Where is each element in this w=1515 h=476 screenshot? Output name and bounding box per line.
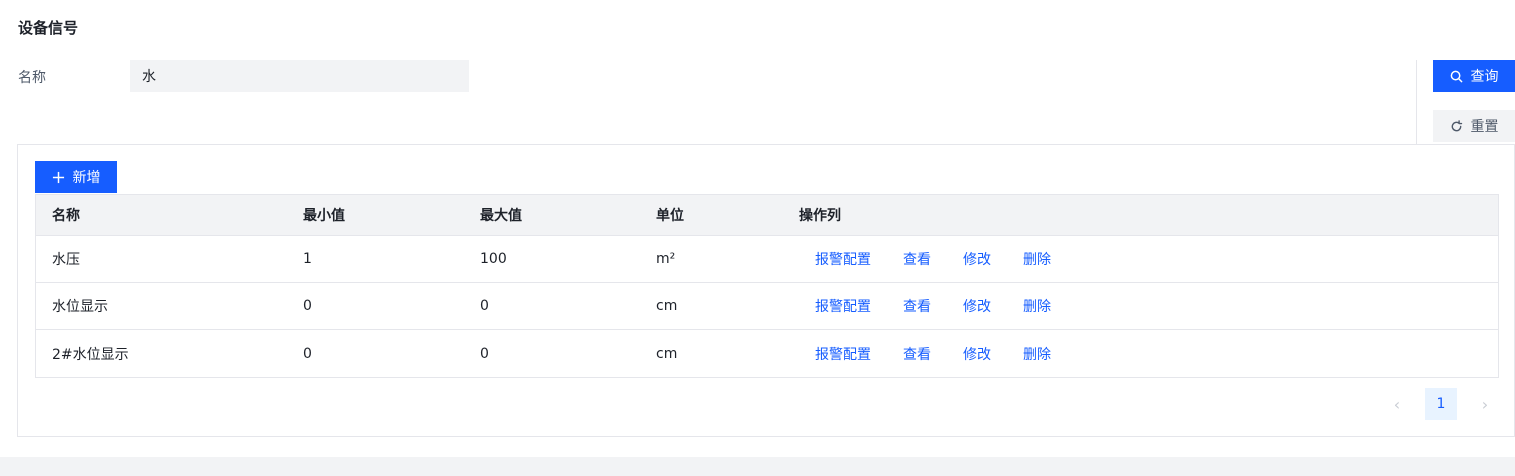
prev-page-button[interactable]: ‹ [1385,388,1409,420]
refresh-icon [1451,119,1462,131]
cell-ops: 报警配置 查看 修改 删除 [799,344,1498,364]
query-button[interactable]: 查询 [1433,60,1515,92]
header-min: 最小值 [303,208,345,224]
header-max: 最大值 [480,208,522,224]
search-icon [1450,70,1462,82]
cell-min: 0 [303,345,312,362]
name-filter-label: 名称 [18,70,46,86]
cell-max: 100 [480,251,507,267]
pagination: ‹ 1 › [1385,388,1497,420]
header-ops: 操作列 [799,208,841,224]
delete-link[interactable]: 删除 [1023,344,1051,364]
cell-name: 水位显示 [52,299,108,315]
view-link[interactable]: 查看 [903,344,931,364]
delete-link[interactable]: 删除 [1023,296,1051,316]
filter-divider [1416,60,1417,144]
header-name: 名称 [52,208,80,224]
add-button-label: 新增 [72,170,101,186]
page-1-button[interactable]: 1 [1425,388,1457,420]
edit-link[interactable]: 修改 [963,249,991,269]
footer-bar [0,457,1515,476]
alarm-config-link[interactable]: 报警配置 [815,344,871,364]
table-header: 名称 最小值 最大值 单位 操作列 [36,195,1498,236]
edit-link[interactable]: 修改 [963,296,991,316]
cell-max: 0 [480,345,489,362]
cell-min: 1 [303,251,312,267]
view-link[interactable]: 查看 [903,296,931,316]
table-row: 2#水位显示 0 0 cm 报警配置 查看 修改 删除 [36,330,1498,377]
table-panel: 新增 名称 最小值 最大值 单位 操作列 水压 1 100 m² 报警配置 查看… [17,144,1515,437]
view-link[interactable]: 查看 [903,249,931,269]
next-page-button[interactable]: › [1473,388,1497,420]
cell-ops: 报警配置 查看 修改 删除 [799,249,1498,269]
alarm-config-link[interactable]: 报警配置 [815,296,871,316]
plus-icon [52,171,64,183]
page-title: 设备信号 [18,19,79,37]
table-row: 水压 1 100 m² 报警配置 查看 修改 删除 [36,236,1498,283]
cell-unit: m² [656,251,676,267]
header-unit: 单位 [656,208,684,224]
cell-unit: cm [656,298,678,314]
query-button-label: 查询 [1470,69,1499,85]
cell-name: 水压 [52,252,80,268]
delete-link[interactable]: 删除 [1023,249,1051,269]
cell-unit: cm [656,345,678,362]
alarm-config-link[interactable]: 报警配置 [815,249,871,269]
reset-button[interactable]: 重置 [1433,110,1515,142]
cell-min: 0 [303,298,312,314]
name-filter-input[interactable] [130,60,469,92]
edit-link[interactable]: 修改 [963,344,991,364]
reset-button-label: 重置 [1470,119,1499,135]
signal-table: 名称 最小值 最大值 单位 操作列 水压 1 100 m² 报警配置 查看 修改… [35,194,1499,378]
cell-max: 0 [480,298,489,314]
cell-name: 2#水位显示 [52,346,129,363]
cell-ops: 报警配置 查看 修改 删除 [799,296,1498,316]
table-row: 水位显示 0 0 cm 报警配置 查看 修改 删除 [36,283,1498,330]
add-button[interactable]: 新增 [35,161,117,193]
